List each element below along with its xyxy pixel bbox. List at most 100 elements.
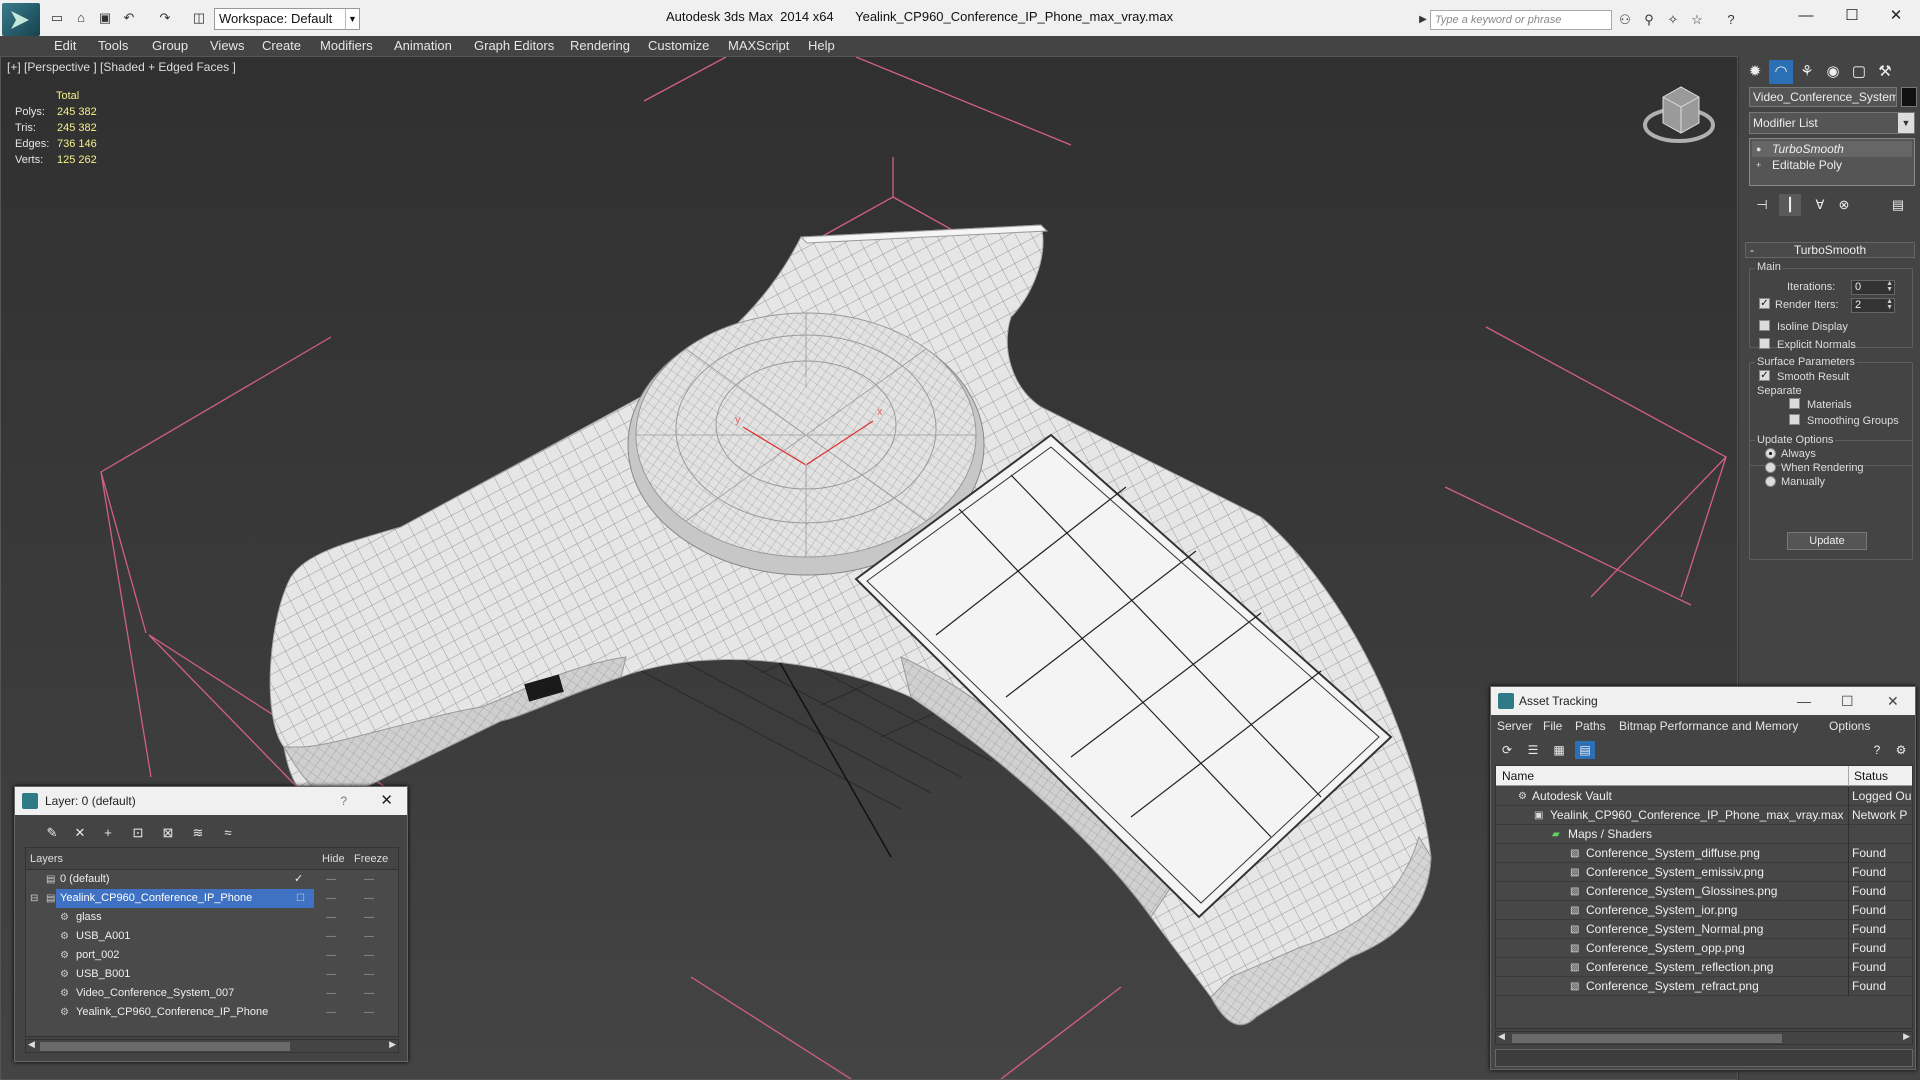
favorites-star-icon[interactable]: ☆ [1688,11,1706,29]
always-radio[interactable] [1765,448,1776,459]
when-rendering-radio[interactable] [1765,462,1776,473]
workspace-dropdown[interactable]: Workspace: Default ▼ [214,8,360,30]
asset-row[interactable]: ▧ Conference_System_Glossines.png Found [1496,882,1912,901]
scrollbar-thumb[interactable] [1512,1034,1782,1043]
menu-graph-editors[interactable]: Graph Editors [474,38,554,53]
asset-row[interactable]: ▧ Conference_System_ior.png Found [1496,901,1912,920]
collapse-minus-icon[interactable]: ⊟ [30,889,38,908]
freeze-toggle[interactable]: — [364,889,374,908]
close-button[interactable]: ✕ [1876,4,1916,28]
menu-rendering[interactable]: Rendering [570,38,630,53]
freeze-toggle[interactable]: — [364,870,374,889]
col-freeze[interactable]: Freeze [354,848,388,870]
binoculars-icon[interactable]: ⚇ [1616,11,1634,29]
open-file-icon[interactable]: ⌂ [72,10,90,26]
hide-toggle[interactable]: — [326,1003,336,1022]
hide-toggle[interactable]: — [326,965,336,984]
layer-row[interactable]: ⚙ USB_A001 — — [26,927,398,946]
freeze-toggle[interactable]: — [364,946,374,965]
hide-toggle[interactable]: — [326,889,336,908]
help-icon[interactable]: ? [1867,741,1887,759]
stack-item-turbosmooth[interactable]: ● TurboSmooth [1752,141,1912,157]
close-button[interactable]: ✕ [1887,687,1899,715]
freeze-toggle[interactable]: — [364,908,374,927]
col-name[interactable]: Name [1502,766,1534,786]
asset-row[interactable]: ▧ Conference_System_refract.png Found [1496,977,1912,996]
layer-row[interactable]: ▤ 0 (default) ✓ — — [26,870,398,889]
smooth-result-checkbox[interactable]: ✓ [1759,370,1770,381]
asset-dialog-titlebar[interactable]: Asset Tracking — ☐ ✕ [1491,687,1915,715]
scroll-right-icon[interactable]: ▶ [1903,1031,1910,1042]
layer-row[interactable]: ⚙ glass — — [26,908,398,927]
freeze-toggle[interactable]: — [364,984,374,1003]
scrollbar-thumb[interactable] [40,1042,290,1051]
motion-tab-icon[interactable]: ◉ [1821,60,1845,84]
remove-modifier-icon[interactable]: ⊗ [1833,194,1855,216]
asset-row[interactable]: ▧ Conference_System_Normal.png Found [1496,920,1912,939]
scroll-left-icon[interactable]: ◀ [28,1039,35,1050]
modifier-list-dropdown[interactable]: Modifier List ▼ [1749,112,1915,134]
menu-options[interactable]: Options [1829,719,1870,733]
list-view-icon[interactable]: ☰ [1523,741,1543,759]
iterations-spinner[interactable]: 0 ▲ ▼ [1851,280,1895,295]
save-file-icon[interactable]: ▣ [96,10,114,26]
configure-sets-icon[interactable]: ▤ [1887,194,1909,216]
project-folder-icon[interactable]: ◫ [190,10,208,26]
maximize-button[interactable]: ☐ [1841,687,1854,715]
set-current-box-icon[interactable]: ☐ [296,889,305,908]
highlight-selected-icon[interactable]: ⊠ [157,823,179,843]
asset-status-field[interactable] [1495,1049,1913,1067]
help-button[interactable]: ? [340,787,347,815]
asset-row[interactable]: ⚙ Autodesk Vault Logged Ou [1496,787,1912,806]
hierarchy-tab-icon[interactable]: ⚘ [1795,60,1819,84]
create-layer-icon[interactable]: ✎ [41,823,63,843]
stack-item-editable-poly[interactable]: + Editable Poly [1752,157,1912,173]
menu-modifiers[interactable]: Modifiers [320,38,373,53]
expand-plus-icon[interactable]: + [1756,159,1766,171]
update-button[interactable]: Update [1787,532,1867,550]
hide-all-layers-icon[interactable]: ≋ [187,823,209,843]
lightbulb-icon[interactable]: ● [1756,143,1766,155]
menu-customize[interactable]: Customize [648,38,709,53]
viewcube-icon[interactable] [1643,86,1715,143]
turbosmooth-rollout-header[interactable]: - TurboSmooth [1745,242,1915,258]
redo-icon[interactable]: ↷ [156,10,174,26]
asset-horizontal-scrollbar[interactable]: ◀ ▶ [1495,1031,1913,1045]
spinner-arrows-icon[interactable]: ▲ ▼ [1886,298,1893,311]
pin-stack-icon[interactable]: ⊣ [1751,194,1773,216]
freeze-all-layers-icon[interactable]: ≈ [217,823,239,843]
menu-paths[interactable]: Paths [1575,719,1606,733]
asset-row[interactable]: ▧ Conference_System_reflection.png Found [1496,958,1912,977]
minimize-button[interactable]: — [1786,4,1826,28]
object-name-field[interactable]: Video_Conference_System_0 [1749,87,1897,107]
hide-toggle[interactable]: — [326,984,336,1003]
menu-group[interactable]: Group [152,38,188,53]
asset-row[interactable]: ▰ Maps / Shaders [1496,825,1912,844]
layer-row[interactable]: ⚙ port_002 — — [26,946,398,965]
smoothing-groups-checkbox[interactable] [1789,414,1800,425]
satellite-icon[interactable]: ✧ [1664,11,1682,29]
menu-server[interactable]: Server [1497,719,1532,733]
thumbnail-view-icon[interactable]: ▦ [1549,741,1569,759]
freeze-toggle[interactable]: — [364,927,374,946]
app-menu-button[interactable] [2,3,40,36]
viewport-label[interactable]: [+] [Perspective ] [Shaded + Edged Faces… [7,60,236,74]
layer-dialog-titlebar[interactable]: Layer: 0 (default) ? ✕ [15,787,407,815]
show-end-result-icon[interactable]: ┃ [1779,194,1801,216]
select-highlighted-icon[interactable]: ⊡ [127,823,149,843]
menu-help[interactable]: Help [808,38,835,53]
display-tab-icon[interactable]: ▢ [1847,60,1871,84]
menu-create[interactable]: Create [262,38,301,53]
help-options-icon[interactable]: ⚙ [1891,741,1911,759]
menu-bitmap-performance[interactable]: Bitmap Performance and Memory [1619,719,1798,733]
help-icon[interactable]: ? [1722,11,1740,29]
hide-toggle[interactable]: — [326,870,336,889]
utilities-tab-icon[interactable]: ⚒ [1873,60,1897,84]
isoline-display-checkbox[interactable] [1759,320,1770,331]
table-view-icon[interactable]: ▤ [1575,741,1595,759]
col-status[interactable]: Status [1854,766,1888,786]
asset-row[interactable]: ▧ Conference_System_emissiv.png Found [1496,863,1912,882]
refresh-icon[interactable]: ⟳ [1497,741,1517,759]
render-iters-spinner[interactable]: 2 ▲ ▼ [1851,298,1895,313]
menu-maxscript[interactable]: MAXScript [728,38,789,53]
